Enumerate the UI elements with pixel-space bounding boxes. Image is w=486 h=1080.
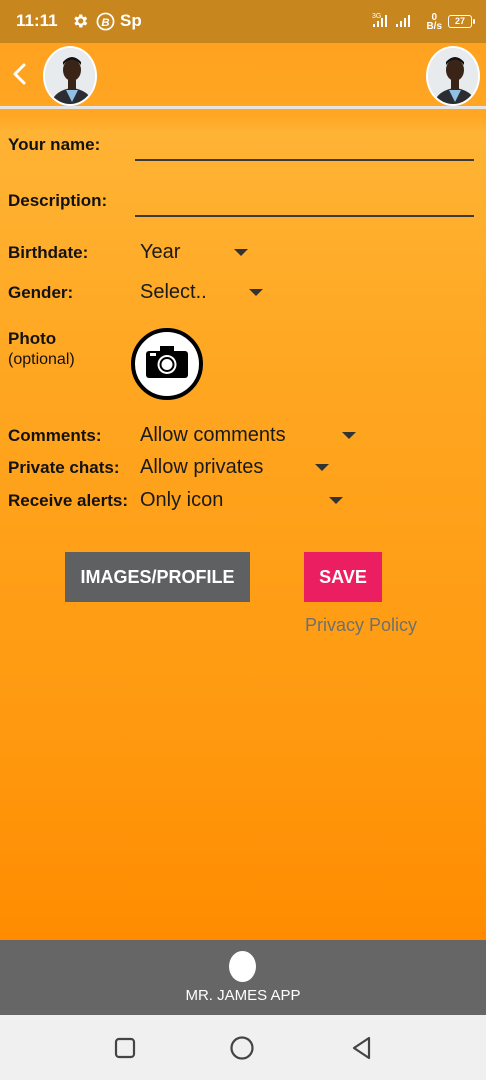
- avatar-right[interactable]: [426, 46, 480, 106]
- receive-alerts-label: Receive alerts:: [8, 491, 129, 510]
- gender-label: Gender:: [8, 283, 74, 302]
- name-field[interactable]: [135, 131, 474, 161]
- save-button[interactable]: SAVE: [304, 552, 382, 602]
- chevron-down-icon: [234, 249, 248, 256]
- photo-label: Photo: [8, 329, 57, 348]
- chevron-down-icon: [329, 497, 343, 504]
- private-chats-label: Private chats:: [8, 458, 120, 477]
- profile-form-screen: Your name: Description: Birthdate: Year …: [0, 43, 486, 940]
- settings-icon: [70, 11, 90, 31]
- bitcoin-icon: B: [95, 11, 115, 31]
- description-label: Description:: [8, 191, 108, 210]
- gender-select[interactable]: Select..: [140, 278, 265, 306]
- top-bar: [0, 43, 486, 109]
- app-footer: MR. JAMES APP: [0, 940, 486, 1015]
- birthdate-label: Birthdate:: [8, 243, 89, 262]
- nav-home-icon[interactable]: [229, 1035, 255, 1061]
- chevron-down-icon: [342, 432, 356, 439]
- private-chats-select[interactable]: Allow privates: [140, 453, 332, 481]
- camera-button[interactable]: [131, 328, 203, 400]
- comments-label: Comments:: [8, 426, 102, 445]
- camera-icon: [146, 345, 188, 383]
- chevron-down-icon: [315, 464, 329, 471]
- battery-icon: 27: [448, 15, 475, 28]
- app-name: MR. JAMES APP: [185, 987, 301, 1004]
- description-field[interactable]: [135, 187, 474, 217]
- name-label: Your name:: [8, 135, 101, 154]
- images-profile-button[interactable]: IMAGES/PROFILE: [65, 552, 250, 602]
- receive-alerts-value: Only icon: [140, 488, 224, 511]
- chevron-down-icon: [249, 289, 263, 296]
- system-nav-bar: [0, 1015, 486, 1080]
- signal-icon: 3G: [372, 12, 420, 31]
- status-right: 3G 0 B/s 27: [372, 12, 475, 32]
- photo-sublabel: (optional): [8, 351, 75, 368]
- status-time: 11:11: [16, 11, 58, 30]
- net-speed: 0 B/s: [426, 12, 442, 32]
- private-chats-value: Allow privates: [140, 455, 264, 478]
- nav-back-icon[interactable]: [349, 1035, 375, 1061]
- nav-recents-icon[interactable]: [112, 1035, 138, 1061]
- birthdate-select[interactable]: Year: [140, 238, 250, 266]
- app-logo: [229, 951, 256, 982]
- birthdate-value: Year: [140, 240, 181, 263]
- net-speed-unit: B/s: [426, 20, 442, 32]
- svg-text:B: B: [101, 16, 109, 28]
- carrier-label: Sp: [120, 11, 142, 30]
- comments-value: Allow comments: [140, 423, 286, 446]
- svg-text:3G: 3G: [372, 13, 381, 20]
- privacy-policy-link[interactable]: Privacy Policy: [305, 615, 417, 636]
- status-bar: 11:11 B Sp 3G 0 B/s 27: [0, 0, 486, 43]
- receive-alerts-select[interactable]: Only icon: [140, 486, 346, 514]
- avatar[interactable]: [43, 46, 97, 106]
- back-arrow-icon[interactable]: [8, 59, 32, 89]
- comments-select[interactable]: Allow comments: [140, 421, 360, 449]
- gender-value: Select..: [140, 280, 207, 303]
